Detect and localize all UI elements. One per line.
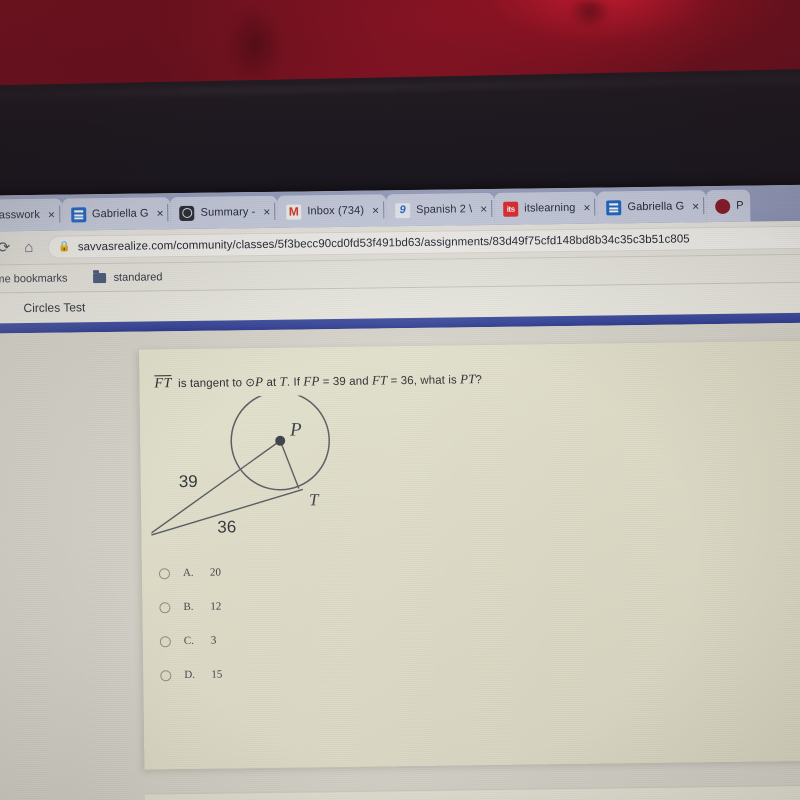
ft-value: 36 (400, 374, 414, 388)
tangent-circle-diagram: P T F 39 36 (134, 391, 412, 557)
answer-options-list: A. 20 B. 12 C. 3 D. 15 (158, 566, 222, 682)
label-p: P (289, 419, 302, 440)
gmail-icon: M (286, 203, 302, 220)
center-point-dot (275, 435, 286, 446)
browser-tab-inbox[interactable]: M Inbox (734) × (277, 194, 387, 228)
close-icon[interactable]: × (581, 201, 590, 215)
option-letter: B. (183, 600, 194, 614)
assessment-body: FT is tangent to ⊙P at T. If FP = 39 and… (0, 322, 800, 800)
question-prompt: FT is tangent to ⊙P at T. If FP = 39 and… (154, 371, 483, 393)
option-value: 12 (210, 600, 222, 613)
pt-label: PT (459, 371, 476, 387)
blue-nine-icon: 9 (395, 202, 411, 218)
browser-tab-gabriella-1[interactable]: Gabriella G × (61, 197, 171, 231)
radio-button[interactable] (159, 601, 171, 613)
folder-icon (93, 272, 107, 283)
browser-tab-itslearning[interactable]: its itslearning × (494, 191, 598, 225)
tab-title: Classwork (0, 208, 40, 222)
lock-icon: 🔒 (58, 241, 71, 253)
option-value: 3 (210, 634, 217, 647)
tab-title: Summary - (200, 206, 256, 219)
segment-ft-overline: FT (154, 375, 172, 393)
address-bar[interactable]: 🔒 savvasrealize.com/community/classes/5f… (47, 225, 800, 259)
close-icon[interactable]: × (261, 205, 270, 219)
browser-tab-classwork[interactable]: Classwork × (0, 198, 63, 232)
close-icon[interactable]: × (46, 208, 55, 222)
browser-tab-partial[interactable]: P (706, 189, 751, 223)
fp-value: 39 (332, 375, 346, 389)
option-letter: A. (182, 566, 194, 580)
browser-tab-spanish[interactable]: 9 Spanish 2 \ × (385, 192, 495, 227)
segment-pt-radius (279, 440, 300, 489)
tab-title: Gabriella G (627, 200, 685, 214)
itslearning-icon: its (503, 201, 519, 217)
blue-document-icon (70, 206, 87, 222)
question-text-3: . If (286, 376, 304, 389)
bookmark-folder-standared[interactable]: standared (93, 270, 163, 284)
question-text-4: and (345, 375, 373, 388)
label-length-39: 39 (179, 472, 198, 491)
tab-title: Spanish 2 \ (416, 203, 473, 216)
tab-title: itslearning (524, 201, 576, 215)
option-letter: C. (183, 634, 195, 648)
tab-title: P (736, 199, 744, 212)
ft-label: FT (371, 372, 388, 388)
question-card: FT is tangent to ⊙P at T. If FP = 39 and… (134, 340, 800, 770)
radio-button[interactable] (160, 669, 172, 681)
question-text-5: , what is (413, 374, 461, 387)
segment-fp (146, 440, 281, 538)
option-value: 15 (211, 668, 223, 681)
center-label-inline: P (254, 373, 264, 390)
bookmark-ecsd-me[interactable]: ecsd.me bookmarks (0, 272, 68, 285)
home-icon[interactable]: ⌂ (24, 239, 33, 256)
browser-window: Classwork × Gabriella G × Summary - × M … (0, 184, 800, 800)
option-value: 20 (209, 566, 222, 579)
close-icon[interactable]: × (370, 203, 379, 217)
photograph-of-laptop-screen: Classwork × Gabriella G × Summary - × M … (0, 0, 800, 800)
blue-document-icon (606, 199, 622, 215)
diagram-svg: P T F 39 36 (134, 391, 330, 550)
fp-label: FP (303, 373, 320, 389)
dark-circle-icon (179, 205, 195, 221)
answer-option-d[interactable]: D. 15 (160, 669, 222, 682)
label-t: T (309, 490, 320, 509)
tab-title: Inbox (734) (307, 204, 365, 218)
browser-tab-gabriella-2[interactable]: Gabriella G × (597, 190, 707, 224)
close-icon[interactable]: × (690, 199, 699, 213)
circle-symbol: ⊙ (245, 377, 256, 390)
reload-icon[interactable]: ⟳ (0, 239, 10, 256)
page-title: Circles Test (23, 300, 86, 316)
assessment-footer: Review progress (144, 784, 800, 800)
radio-button[interactable] (159, 635, 171, 647)
radio-button[interactable] (158, 567, 171, 579)
answer-option-a[interactable]: A. 20 (158, 566, 222, 580)
bookmark-label: standared (113, 270, 163, 284)
tab-title: Gabriella G (91, 207, 149, 221)
close-icon[interactable]: × (155, 206, 164, 220)
question-text-6: ? (475, 374, 483, 387)
browser-tab-summary[interactable]: Summary - × (170, 195, 278, 230)
dark-red-icon (715, 198, 731, 214)
close-icon[interactable]: × (478, 202, 487, 216)
answer-option-b[interactable]: B. 12 (159, 601, 221, 614)
url-text: savvasrealize.com/community/classes/5f3b… (77, 232, 690, 253)
label-length-36: 36 (217, 517, 236, 536)
option-letter: D. (184, 668, 196, 682)
answer-option-c[interactable]: C. 3 (159, 634, 222, 648)
question-text-2: at (263, 376, 280, 389)
bookmark-label: ecsd.me bookmarks (0, 272, 68, 286)
question-text-1: is tangent to (174, 377, 246, 391)
